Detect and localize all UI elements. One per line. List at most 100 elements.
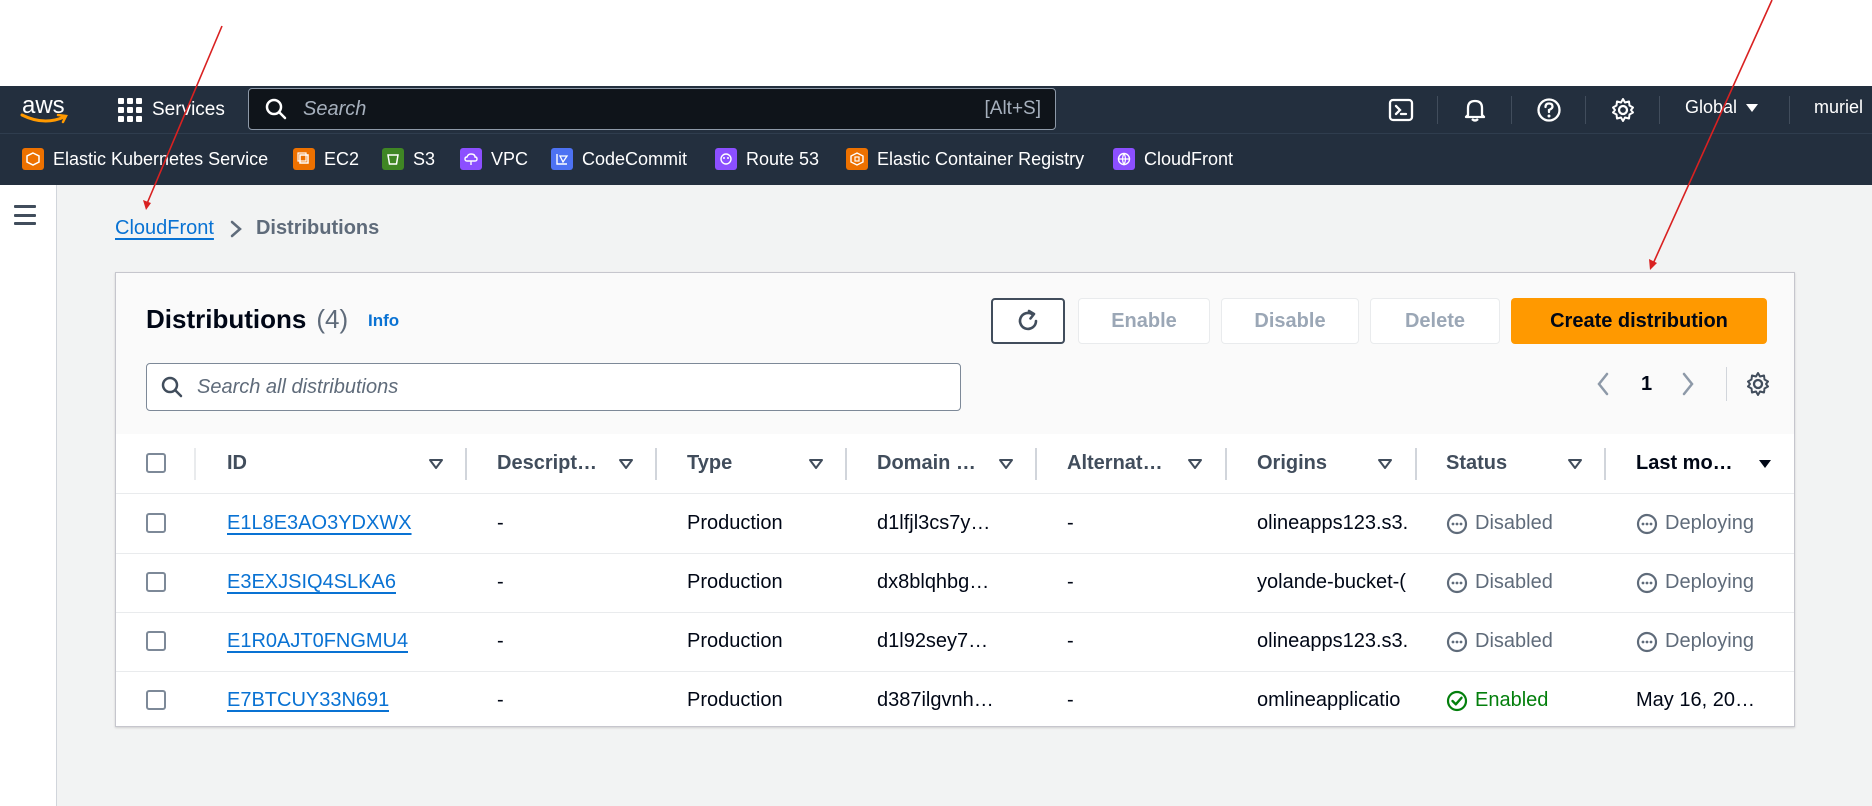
row-checkbox[interactable]	[146, 690, 166, 710]
sort-descending-icon[interactable]	[1757, 458, 1773, 470]
column-divider	[194, 448, 196, 480]
table-row[interactable]: E1R0AJT0FNGMU4 - Production d1l92sey7… -…	[116, 612, 1794, 672]
aws-logo[interactable]: aws	[20, 92, 70, 126]
distribution-id-link[interactable]: E1L8E3AO3YDXWX	[227, 512, 412, 535]
caret-down-icon	[1746, 103, 1759, 112]
global-search-input[interactable]	[301, 96, 965, 122]
refresh-button[interactable]	[991, 298, 1065, 344]
account-menu[interactable]: muriel	[1814, 97, 1863, 118]
select-all-checkbox[interactable]	[146, 453, 166, 473]
global-search[interactable]: [Alt+S]	[248, 88, 1056, 130]
last-modified-text: Deploying	[1665, 571, 1754, 593]
alternate-cell: -	[1067, 512, 1074, 534]
favorite-cloudfront[interactable]: CloudFront	[1113, 148, 1233, 170]
help-icon[interactable]	[1533, 94, 1565, 126]
favorite-label: Elastic Kubernetes Service	[53, 148, 269, 169]
settings-gear-icon[interactable]	[1607, 94, 1639, 126]
enable-button[interactable]: Enable	[1078, 298, 1210, 344]
sort-icon[interactable]	[1377, 458, 1393, 470]
status-pending-icon	[1446, 513, 1468, 534]
column-header-type[interactable]: Type	[687, 452, 732, 475]
column-divider[interactable]	[465, 448, 467, 480]
row-checkbox[interactable]	[146, 631, 166, 651]
table-row[interactable]: E7BTCUY33N691 - Production d387ilgvnh… -…	[116, 671, 1794, 730]
column-header-id[interactable]: ID	[227, 452, 247, 475]
favorite-ec2[interactable]: EC2	[293, 148, 359, 170]
description-cell: -	[497, 630, 504, 652]
favorite-s3[interactable]: S3	[382, 148, 435, 170]
favorite-eks[interactable]: Elastic Kubernetes Service	[22, 148, 268, 170]
column-header-status[interactable]: Status	[1446, 452, 1507, 475]
top-margin	[0, 0, 1872, 86]
nav-divider	[1437, 96, 1438, 124]
favorite-vpc[interactable]: VPC	[460, 148, 528, 170]
origins-cell: olineapps123.s3.	[1257, 512, 1409, 534]
nav-divider	[1789, 96, 1790, 124]
info-link[interactable]: Info	[368, 311, 399, 331]
breadcrumb-cloudfront-link[interactable]: CloudFront	[115, 217, 214, 240]
favorite-route53[interactable]: Route 53	[715, 148, 819, 170]
create-distribution-button[interactable]: Create distribution	[1511, 298, 1767, 344]
status-pending-icon	[1446, 631, 1468, 652]
status-cell: Disabled	[1446, 630, 1553, 653]
favorite-label: EC2	[324, 148, 360, 169]
panel-title: Distributions (4)	[146, 304, 348, 335]
sort-icon[interactable]	[1567, 458, 1583, 470]
status-cell: Disabled	[1446, 512, 1553, 535]
pagination-next-icon[interactable]	[1681, 372, 1695, 396]
region-selector[interactable]: Global	[1685, 97, 1759, 118]
distributions-search[interactable]	[146, 363, 961, 411]
pagination-page-number[interactable]: 1	[1641, 373, 1652, 396]
origins-cell: olineapps123.s3.	[1257, 630, 1409, 652]
row-checkbox[interactable]	[146, 513, 166, 533]
route53-icon	[715, 148, 737, 170]
pagination-divider	[1726, 367, 1727, 401]
domain-cell: d1l92sey7…	[877, 630, 989, 652]
distributions-panel: Distributions (4) Info Enable Disable De…	[115, 272, 1795, 727]
chevron-right-icon	[230, 220, 242, 237]
row-checkbox[interactable]	[146, 572, 166, 592]
notifications-bell-icon[interactable]	[1459, 94, 1491, 126]
vpc-icon	[460, 148, 482, 170]
sort-icon[interactable]	[998, 458, 1014, 470]
sort-icon[interactable]	[618, 458, 634, 470]
type-cell: Production	[687, 571, 783, 593]
column-divider[interactable]	[1415, 448, 1417, 480]
favorite-codecommit[interactable]: CodeCommit	[551, 148, 687, 170]
hamburger-menu-icon[interactable]	[14, 205, 36, 225]
column-header-origins[interactable]: Origins	[1257, 452, 1327, 475]
panel-header: Distributions (4) Info Enable Disable De…	[116, 273, 1794, 435]
column-header-last-modified[interactable]: Last mo…	[1636, 452, 1733, 475]
cloudshell-icon[interactable]	[1385, 94, 1417, 126]
sort-icon[interactable]	[1187, 458, 1203, 470]
top-navigation: aws Services [Alt+S] Global mu	[0, 86, 1872, 133]
disable-button[interactable]: Disable	[1221, 298, 1359, 344]
column-header-domain[interactable]: Domain …	[877, 452, 976, 475]
search-icon	[161, 376, 183, 398]
column-divider[interactable]	[1225, 448, 1227, 480]
table-row[interactable]: E3EXJSIQ4SLKA6 - Production dx8blqhbg… -…	[116, 553, 1794, 613]
delete-button[interactable]: Delete	[1370, 298, 1500, 344]
column-divider[interactable]	[1035, 448, 1037, 480]
column-header-alternate[interactable]: Alternat…	[1067, 452, 1163, 475]
origins-cell: yolande-bucket-(	[1257, 571, 1406, 593]
search-shortcut: [Alt+S]	[984, 98, 1042, 119]
sort-icon[interactable]	[428, 458, 444, 470]
last-modified-text: Deploying	[1665, 630, 1754, 652]
origins-cell: omlineapplicatio	[1257, 689, 1401, 711]
services-menu[interactable]: Services	[118, 95, 225, 125]
distributions-search-input[interactable]	[195, 374, 919, 400]
sort-icon[interactable]	[808, 458, 824, 470]
favorite-label: VPC	[491, 148, 529, 169]
distribution-id-link[interactable]: E3EXJSIQ4SLKA6	[227, 571, 396, 594]
distribution-id-link[interactable]: E1R0AJT0FNGMU4	[227, 630, 408, 653]
pagination-prev-icon[interactable]	[1596, 372, 1610, 396]
distribution-id-link[interactable]: E7BTCUY33N691	[227, 689, 389, 712]
column-divider[interactable]	[1604, 448, 1606, 480]
column-divider[interactable]	[845, 448, 847, 480]
table-row[interactable]: E1L8E3AO3YDXWX - Production d1lfjl3cs7y……	[116, 494, 1794, 554]
favorite-ecr[interactable]: Elastic Container Registry	[846, 148, 1084, 170]
column-header-description[interactable]: Descript…	[497, 452, 597, 475]
table-preferences-gear-icon[interactable]	[1745, 371, 1771, 397]
column-divider[interactable]	[655, 448, 657, 480]
